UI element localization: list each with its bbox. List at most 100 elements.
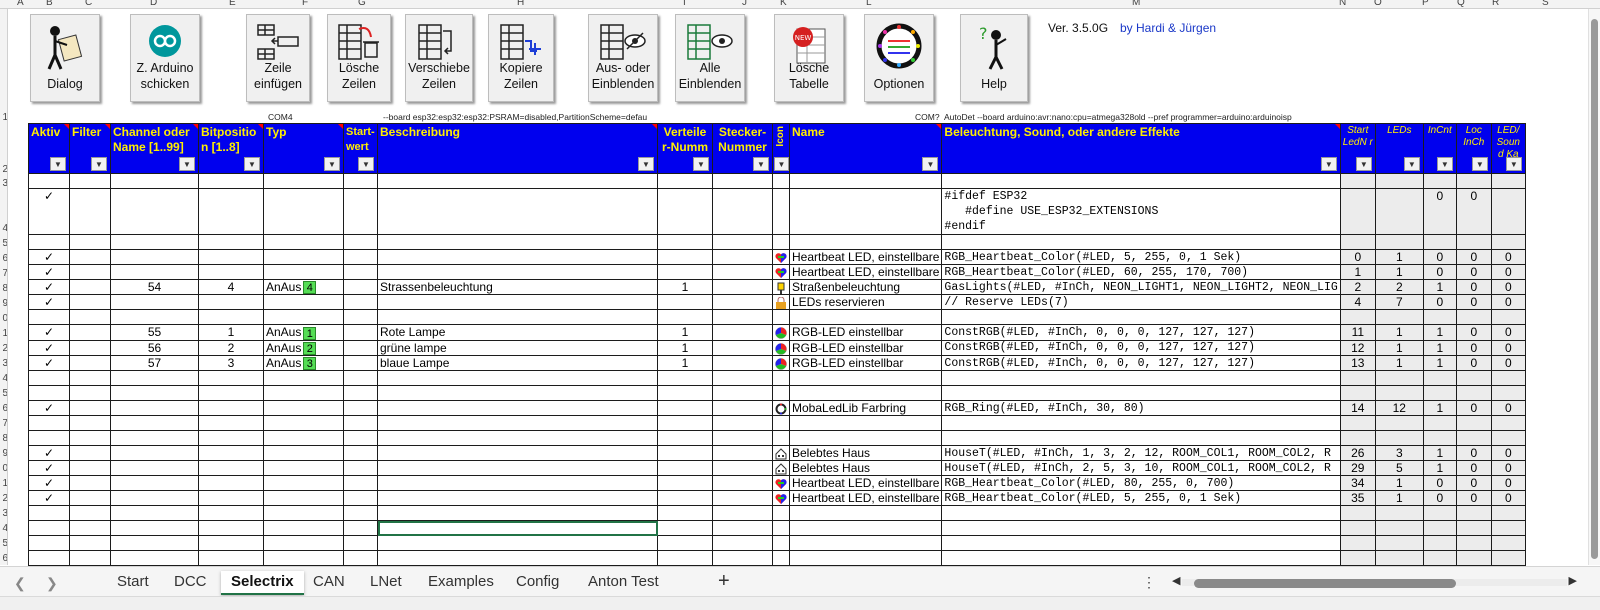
channel-cell[interactable]: 56 (110, 339, 199, 356)
startwert-cell[interactable] (343, 294, 378, 311)
aktiv-cell[interactable]: ✓ (28, 354, 70, 372)
incnt-cell[interactable]: 1 (1422, 278, 1457, 296)
table-row[interactable]: ✓ Belebtes Haus HouseT(#LED, #InCh, 2, 5, … (28, 460, 1526, 477)
ledsound-cell[interactable]: 0 (1490, 445, 1526, 462)
channel-cell[interactable] (110, 490, 199, 507)
grid-cell[interactable] (69, 370, 111, 387)
ledsound-cell[interactable]: 0 (1490, 354, 1526, 372)
bitpos-cell[interactable] (198, 475, 264, 492)
filter-dropdown-icon[interactable]: ▼ (244, 157, 260, 171)
locinch-cell[interactable]: 0 (1455, 400, 1492, 417)
grid-cell[interactable] (1339, 385, 1376, 402)
grid-cell[interactable] (1374, 173, 1424, 189)
copy-rows-button[interactable]: Kopiere Zeilen (488, 14, 554, 102)
ledsound-cell[interactable]: 0 (1490, 400, 1526, 417)
startwert-cell[interactable] (343, 278, 378, 296)
filter-dropdown-icon[interactable]: ▼ (324, 157, 340, 171)
grid-cell[interactable] (69, 309, 111, 326)
grid-cell[interactable] (343, 309, 378, 326)
icon-cell[interactable] (772, 188, 790, 235)
name-cell[interactable]: LEDs reservieren (788, 294, 943, 311)
bitpos-cell[interactable] (198, 400, 264, 417)
aktiv-cell[interactable]: ✓ (28, 324, 70, 341)
grid-cell[interactable] (657, 550, 713, 567)
column-letter[interactable]: S (1542, 0, 1549, 8)
beschreibung-cell[interactable] (377, 475, 658, 492)
grid-cell[interactable] (788, 520, 943, 537)
typ-cell[interactable]: AnAus 1 (263, 324, 344, 341)
grid-cell[interactable] (941, 173, 1341, 189)
channel-cell[interactable] (110, 188, 199, 235)
stecker-cell[interactable] (712, 354, 773, 372)
vertical-scrollbar[interactable] (1588, 9, 1600, 565)
tab-can[interactable]: CAN (303, 571, 355, 595)
incnt-cell[interactable]: 0 (1422, 249, 1457, 265)
aktiv-cell[interactable]: ✓ (28, 294, 70, 311)
vertical-scroll-thumb[interactable] (1591, 19, 1598, 559)
channel-cell[interactable] (110, 475, 199, 492)
incnt-cell[interactable]: 0 (1422, 188, 1457, 235)
header-icon[interactable]: Icon ▼ (772, 123, 790, 174)
startled-cell[interactable]: 29 (1339, 460, 1376, 477)
grid-cell[interactable] (377, 234, 658, 250)
verteiler-cell[interactable] (657, 188, 713, 235)
grid-cell[interactable] (343, 550, 378, 567)
grid-cell[interactable] (28, 385, 70, 402)
hide-show-button[interactable]: Aus- oder Einblenden (588, 14, 658, 102)
help-button[interactable]: ? Help (960, 14, 1028, 102)
header-channel[interactable]: Channel oder Name [1..99] ▼ (110, 123, 199, 174)
grid-cell[interactable] (263, 535, 344, 552)
locinch-cell[interactable]: 0 (1455, 324, 1492, 341)
grid-cell[interactable] (263, 415, 344, 432)
tab-lnet[interactable]: LNet (360, 571, 412, 595)
channel-cell[interactable] (110, 445, 199, 462)
grid-cell[interactable] (1422, 535, 1457, 552)
grid-cell[interactable] (198, 173, 264, 189)
header-aktiv[interactable]: Aktiv ▼ (28, 123, 70, 174)
effect-cell[interactable]: HouseT(#LED, #InCh, 2, 5, 3, 10, ROOM_CO… (941, 460, 1341, 477)
filter-cell[interactable] (69, 264, 111, 280)
scroll-right-icon[interactable]: ▶ (1569, 574, 1577, 587)
startwert-cell[interactable] (343, 445, 378, 462)
bitpos-cell[interactable]: 4 (198, 278, 264, 296)
leds-cell[interactable]: 1 (1374, 249, 1424, 265)
tab-prev-icon[interactable]: ❮ (14, 575, 26, 592)
grid-cell[interactable] (772, 505, 790, 522)
grid-cell[interactable] (69, 385, 111, 402)
locinch-cell[interactable]: 0 (1455, 475, 1492, 492)
name-cell[interactable]: Heartbeat LED, einstellbare (788, 264, 943, 280)
filter-cell[interactable] (69, 490, 111, 507)
aktiv-cell[interactable]: ✓ (28, 400, 70, 417)
delete-table-button[interactable]: NEW Lösche Tabelle (774, 14, 844, 102)
grid-cell[interactable] (198, 520, 264, 537)
column-letter[interactable]: F (302, 0, 308, 8)
typ-cell[interactable] (263, 460, 344, 477)
stecker-cell[interactable] (712, 460, 773, 477)
grid-cell[interactable] (198, 505, 264, 522)
grid-cell[interactable] (788, 430, 943, 447)
stecker-cell[interactable] (712, 324, 773, 341)
typ-cell[interactable] (263, 490, 344, 507)
column-letter[interactable]: G (358, 0, 366, 8)
grid-cell[interactable] (110, 173, 199, 189)
effect-cell[interactable]: RGB_Ring(#LED, #InCh, 30, 80) (941, 400, 1341, 417)
effect-cell[interactable]: RGB_Heartbeat_Color(#LED, 60, 255, 170, … (941, 264, 1341, 280)
grid-cell[interactable] (198, 385, 264, 402)
grid-cell[interactable] (377, 415, 658, 432)
grid-cell[interactable] (343, 430, 378, 447)
filter-dropdown-icon[interactable]: ▼ (638, 157, 654, 171)
locinch-cell[interactable]: 0 (1455, 249, 1492, 265)
grid-cell[interactable] (712, 415, 773, 432)
grid-cell[interactable] (1339, 550, 1376, 567)
grid-cell[interactable] (788, 173, 943, 189)
grid-cell[interactable] (712, 370, 773, 387)
icon-cell[interactable] (772, 400, 790, 417)
grid-cell[interactable] (657, 385, 713, 402)
locinch-cell[interactable]: 0 (1455, 294, 1492, 311)
row-number[interactable]: 4 (0, 223, 7, 234)
row-number-strip[interactable]: 1 2 3 4 5 6 7 8 9 0 1 2 3 4 5 6 7 8 9 0 … (0, 9, 8, 565)
startled-cell[interactable]: 14 (1339, 400, 1376, 417)
selected-cell[interactable] (377, 520, 658, 537)
grid-cell[interactable] (343, 385, 378, 402)
grid-cell[interactable] (657, 370, 713, 387)
